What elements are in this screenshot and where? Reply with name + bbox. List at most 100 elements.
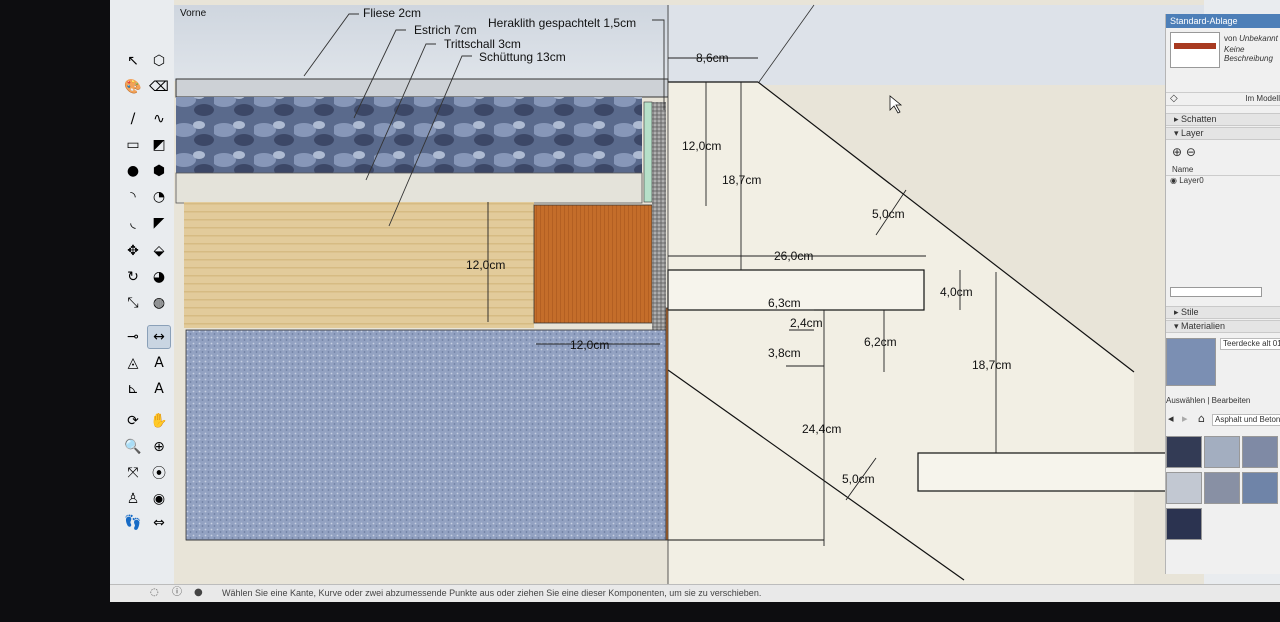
geo-location-icon[interactable]: ◌ — [150, 585, 159, 601]
dim-2-4[interactable]: 2,4cm — [790, 316, 823, 330]
dim-3-8[interactable]: 3,8cm — [768, 346, 801, 360]
in-model-icon[interactable]: ◇ — [1170, 93, 1178, 104]
pan-tool[interactable]: ✋ — [148, 410, 170, 432]
status-bar: ◌ ⓘ ● Wählen Sie eine Kante, Kurve oder … — [110, 584, 1280, 602]
dim-26-0[interactable]: 26,0cm — [774, 249, 813, 263]
layer-scrollbar[interactable] — [1170, 287, 1262, 297]
line-tool[interactable]: / — [122, 108, 144, 130]
section-styles[interactable]: ▸ Stile — [1166, 306, 1280, 319]
material-swatch[interactable] — [1166, 436, 1202, 468]
material-swatch[interactable] — [1204, 472, 1240, 504]
tape-measure-tool[interactable]: ⊸ — [122, 326, 144, 348]
label-estrich: Estrich 7cm — [414, 23, 477, 37]
paint-bucket-tool[interactable]: 🎨 — [122, 76, 144, 98]
user-icon[interactable]: ● — [194, 585, 203, 601]
entity-author: Unbekannt — [1239, 34, 1278, 43]
zoom-window-tool[interactable]: ⊕ — [148, 436, 170, 458]
label-trittschall: Trittschall 3cm — [444, 37, 521, 51]
component-tool[interactable]: ⬡ — [148, 50, 170, 72]
entity-desc: Keine Beschreibung — [1224, 45, 1273, 63]
material-preview — [1166, 338, 1216, 386]
dim-6-3[interactable]: 6,3cm — [768, 296, 801, 310]
layer-radio-icon[interactable]: ◉ — [1170, 176, 1177, 185]
text-tool[interactable]: A — [148, 352, 170, 374]
home-icon[interactable]: ⌂ — [1198, 412, 1205, 425]
follow-me-tool[interactable]: ◕ — [148, 266, 170, 288]
dimension-tool[interactable]: ↔ — [147, 325, 171, 349]
scene-tab-label[interactable]: Vorne — [180, 8, 207, 19]
material-swatch[interactable] — [1242, 472, 1278, 504]
circle-tool[interactable]: ● — [122, 160, 144, 182]
layer-heraklith — [652, 102, 666, 330]
dim-18-7-b[interactable]: 18,7cm — [972, 358, 1011, 372]
dim-12-0-b[interactable]: 12,0cm — [466, 258, 505, 272]
position-camera-tool[interactable]: ♙ — [122, 488, 144, 510]
rectangle-tool[interactable]: ▭ — [122, 134, 144, 156]
label-schuettung: Schüttung 13cm — [479, 50, 566, 64]
eraser-tool[interactable]: ⌫ — [148, 76, 170, 98]
add-layer-icon[interactable]: ⊕ — [1172, 145, 1182, 159]
dim-5-0-a[interactable]: 5,0cm — [872, 207, 905, 221]
material-swatch[interactable] — [1166, 472, 1202, 504]
remove-layer-icon[interactable]: ⊖ — [1186, 145, 1196, 159]
look-around-tool[interactable]: ◉ — [148, 488, 170, 510]
rotate-tool[interactable]: ↻ — [122, 266, 144, 288]
layer-row[interactable]: ◉ Layer0 — [1166, 175, 1280, 187]
select-tool[interactable]: ↖ — [122, 50, 144, 72]
walk-tool[interactable]: 👣 — [122, 512, 144, 534]
arc-2-tool[interactable]: ◟ — [122, 212, 144, 234]
default-tray: Standard-Ablage von Unbekannt Keine Besc… — [1165, 14, 1280, 574]
drawing-canvas[interactable]: Vorne Fliese 2cm Estrich 7cm Trittschall… — [174, 0, 1204, 585]
dim-4-0[interactable]: 4,0cm — [940, 285, 973, 299]
layer-trittschall — [175, 172, 643, 204]
orbit-tool[interactable]: ⟳ — [122, 410, 144, 432]
offset-tool[interactable]: ◍ — [148, 292, 170, 314]
tab-edit[interactable]: Bearbeiten — [1212, 396, 1251, 405]
move-tool[interactable]: ✥ — [122, 240, 144, 262]
material-swatch[interactable] — [1204, 436, 1240, 468]
freehand-tool[interactable]: ∿ — [148, 108, 170, 130]
layer-fliese — [175, 78, 669, 98]
protractor-tool[interactable]: ◬ — [122, 352, 144, 374]
previous-view-tool[interactable]: ⦿ — [148, 462, 170, 484]
arc-3-tool[interactable]: ◤ — [148, 212, 170, 234]
section-shadows[interactable]: ▸ Schatten — [1166, 113, 1280, 126]
back-arrow-icon[interactable]: ◂ — [1168, 412, 1174, 425]
sketchup-window: ↖ ⬡ 🎨 ⌫ / ∿ ▭ ◩ ● ⬢ ◝ ◔ ◟ ◤ ✥ ⬙ ↻ ◕ ⤡ ◍ ⊸ ↔ ◬ A ⊾ A ⟳ ✋ 🔍 ⊕ ⤧ ⦿ ♙ ◉ 👣 ⇔ — [110, 0, 1280, 602]
scale-tool[interactable]: ⤡ — [122, 292, 144, 314]
in-model-label[interactable]: Im Modell — [1245, 94, 1280, 103]
material-name-field[interactable]: Teerdecke alt 01 — [1220, 338, 1280, 350]
section-plane-tool[interactable]: ⇔ — [148, 512, 170, 534]
zoom-tool[interactable]: 🔍 — [122, 436, 144, 458]
layer0-label: Layer0 — [1179, 176, 1204, 185]
dim-8-6[interactable]: 8,6cm — [696, 51, 729, 65]
dim-12-0-c[interactable]: 12,0cm — [570, 338, 609, 352]
tab-select[interactable]: Auswählen — [1166, 396, 1205, 405]
forward-arrow-icon[interactable]: ▸ — [1182, 412, 1188, 425]
rotated-rectangle-tool[interactable]: ◩ — [148, 134, 170, 156]
library-dropdown[interactable]: Asphalt und Beton — [1212, 414, 1280, 426]
push-pull-tool[interactable]: ⬙ — [148, 240, 170, 262]
tray-title: Standard-Ablage — [1166, 14, 1280, 28]
dim-18-7-a[interactable]: 18,7cm — [722, 173, 761, 187]
axes-tool[interactable]: ⊾ — [122, 378, 144, 400]
section-layers[interactable]: ▾ Layer — [1166, 127, 1280, 140]
pie-tool[interactable]: ◔ — [148, 186, 170, 208]
label-heraklith: Heraklith gespachtelt 1,5cm — [488, 16, 636, 30]
material-swatch[interactable] — [1166, 508, 1202, 540]
dim-12-0-a[interactable]: 12,0cm — [682, 139, 721, 153]
polygon-tool[interactable]: ⬢ — [148, 160, 170, 182]
zoom-extents-tool[interactable]: ⤧ — [122, 462, 144, 484]
arc-tool[interactable]: ◝ — [122, 186, 144, 208]
material-swatch[interactable] — [1242, 436, 1278, 468]
status-hint: Wählen Sie eine Kante, Kurve oder zwei a… — [222, 588, 762, 598]
dim-24-4[interactable]: 24,4cm — [802, 422, 841, 436]
info-icon[interactable]: ⓘ — [172, 585, 182, 601]
entity-by-label: von — [1224, 34, 1237, 43]
layer-name-header: Name — [1172, 165, 1194, 174]
dim-5-0-b[interactable]: 5,0cm — [842, 472, 875, 486]
3d-text-tool[interactable]: A — [148, 378, 170, 400]
dim-6-2[interactable]: 6,2cm — [864, 335, 897, 349]
layer-estrich — [176, 97, 642, 173]
section-materials[interactable]: ▾ Materialien — [1166, 320, 1280, 333]
